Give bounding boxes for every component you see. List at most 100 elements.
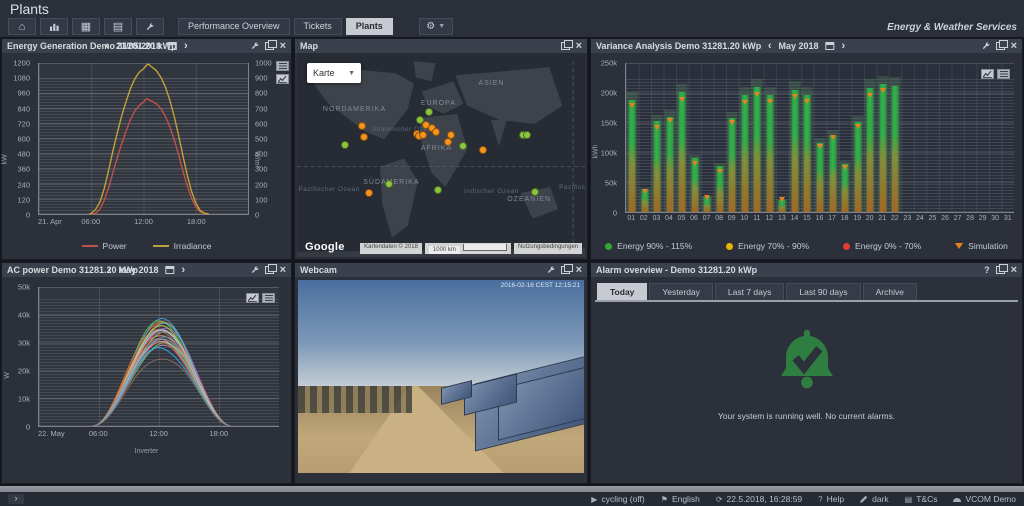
popup-icon[interactable] bbox=[995, 40, 1008, 50]
plant-marker[interactable] bbox=[365, 189, 374, 198]
energy-bar[interactable] bbox=[778, 63, 786, 212]
plant-marker[interactable] bbox=[431, 127, 440, 136]
energy-bar[interactable] bbox=[666, 63, 674, 212]
energy-bar[interactable] bbox=[841, 63, 849, 212]
table-view-icon[interactable] bbox=[262, 293, 275, 303]
plant-marker[interactable] bbox=[360, 132, 369, 141]
y-tick-label: 20k bbox=[17, 366, 30, 376]
table-view-icon[interactable] bbox=[997, 69, 1010, 79]
map-type-dropdown[interactable]: Karte ▼ bbox=[307, 63, 361, 83]
table-view-icon[interactable] bbox=[276, 61, 289, 71]
alarm-tab-last-7-days[interactable]: Last 7 days bbox=[714, 283, 785, 300]
prev-day-button[interactable]: ‹ bbox=[105, 41, 109, 52]
map-label: AFRIKA bbox=[420, 144, 453, 152]
plant-marker[interactable] bbox=[522, 130, 531, 139]
popup-icon[interactable] bbox=[264, 264, 277, 274]
popup-icon[interactable] bbox=[560, 40, 573, 50]
legend-triangle-swatch bbox=[955, 243, 964, 249]
close-icon[interactable]: × bbox=[280, 264, 286, 275]
energy-bar[interactable] bbox=[879, 63, 887, 212]
statusbar-user[interactable]: VCOM Demo bbox=[953, 494, 1016, 504]
energy-bar[interactable] bbox=[728, 63, 736, 212]
plant-marker[interactable] bbox=[458, 141, 467, 150]
line-chart-view-icon[interactable] bbox=[276, 74, 289, 84]
world-map[interactable]: NORDAMERIKAEUROPAASIENAFRIKASÜDAMERIKAOZ… bbox=[297, 53, 585, 257]
energy-bar[interactable] bbox=[653, 63, 661, 212]
energy-bar[interactable] bbox=[703, 63, 711, 212]
plant-marker[interactable] bbox=[385, 179, 394, 188]
expand-panel-button[interactable]: › bbox=[8, 494, 24, 504]
plant-marker[interactable] bbox=[443, 137, 452, 146]
variance-x-axis: 01 02 03 04 05 06 07 08 09 10 11 12 13 14 15 16 17 18 19 20… bbox=[625, 215, 1014, 225]
energy-bar[interactable] bbox=[766, 63, 774, 212]
energy-bar[interactable] bbox=[691, 63, 699, 212]
close-icon[interactable]: × bbox=[576, 264, 582, 275]
prev-month-button[interactable]: ‹ bbox=[768, 41, 772, 52]
inverter-series bbox=[93, 337, 230, 426]
calendar-icon[interactable] bbox=[165, 266, 175, 274]
wrench-icon[interactable] bbox=[982, 42, 990, 50]
tab-performance-overview[interactable]: Performance Overview bbox=[178, 18, 290, 35]
energy-bar[interactable] bbox=[753, 63, 761, 212]
x-tick-label: 23 bbox=[903, 215, 912, 222]
statusbar-document[interactable]: ▤ T&Cs bbox=[905, 494, 938, 504]
y-tick-label: 720 bbox=[17, 119, 30, 129]
alarm-tab-archive[interactable]: Archive bbox=[862, 283, 917, 300]
alarm-tab-yesterday[interactable]: Yesterday bbox=[649, 283, 713, 300]
next-month-button[interactable]: › bbox=[182, 265, 186, 276]
next-day-button[interactable]: › bbox=[184, 41, 188, 52]
calendar-button[interactable]: ▦ bbox=[72, 18, 100, 35]
line-chart-view-icon[interactable] bbox=[981, 69, 994, 79]
x-tick-label: 25 bbox=[928, 215, 937, 222]
energy-bar[interactable] bbox=[891, 63, 899, 212]
popup-icon[interactable] bbox=[560, 264, 573, 274]
wrench-icon[interactable] bbox=[251, 42, 259, 50]
plant-marker[interactable] bbox=[479, 145, 488, 154]
statusbar-play[interactable]: ▶ cycling (off) bbox=[591, 494, 644, 504]
alarm-tab-today[interactable]: Today bbox=[597, 283, 648, 300]
panel-variance-analysis: Variance Analysis Demo 31281.20 kWp ‹ Ma… bbox=[590, 38, 1023, 260]
close-icon[interactable]: × bbox=[576, 40, 582, 51]
plant-marker[interactable] bbox=[341, 140, 350, 149]
wrench-icon[interactable] bbox=[251, 266, 259, 274]
chart-button[interactable] bbox=[40, 18, 68, 35]
statusbar-flag[interactable]: ⚑ English bbox=[661, 494, 700, 504]
energy-bar[interactable] bbox=[791, 63, 799, 212]
plant-marker[interactable] bbox=[358, 122, 367, 131]
energy-bar[interactable] bbox=[866, 63, 874, 212]
home-button[interactable]: ⌂ bbox=[8, 18, 36, 35]
tab-plants[interactable]: Plants bbox=[345, 18, 393, 35]
statusbar-pencil[interactable]: dark bbox=[860, 494, 889, 504]
wrench-button[interactable] bbox=[136, 18, 164, 35]
tab-tickets[interactable]: Tickets bbox=[293, 18, 342, 35]
help-icon[interactable]: ? bbox=[984, 265, 990, 275]
popup-icon[interactable] bbox=[264, 40, 277, 50]
close-icon[interactable]: × bbox=[1011, 40, 1017, 51]
statusbar-question[interactable]: ? Help bbox=[818, 494, 844, 504]
plant-marker[interactable] bbox=[425, 108, 434, 117]
report-button[interactable]: ▤ bbox=[104, 18, 132, 35]
close-icon[interactable]: × bbox=[1011, 264, 1017, 275]
wrench-icon[interactable] bbox=[547, 266, 555, 274]
energy-bar[interactable] bbox=[816, 63, 824, 212]
energy-bar[interactable] bbox=[854, 63, 862, 212]
next-month-button[interactable]: › bbox=[842, 41, 846, 52]
plant-marker[interactable] bbox=[433, 186, 442, 195]
energy-bar[interactable] bbox=[678, 63, 686, 212]
settings-dropdown-button[interactable]: ⚙ ▼ bbox=[418, 18, 453, 35]
statusbar-refresh[interactable]: ⟳ 22.5.2018, 16:28:59 bbox=[716, 494, 802, 504]
plant-marker[interactable] bbox=[531, 188, 540, 197]
calendar-icon[interactable] bbox=[168, 42, 178, 50]
prev-month-button[interactable]: ‹ bbox=[108, 265, 112, 276]
calendar-icon[interactable] bbox=[825, 42, 835, 50]
energy-bar[interactable] bbox=[716, 63, 724, 212]
energy-bar[interactable] bbox=[628, 63, 636, 212]
plant-marker[interactable] bbox=[418, 130, 427, 139]
popup-icon[interactable] bbox=[995, 264, 1008, 274]
line-chart-view-icon[interactable] bbox=[246, 293, 259, 303]
energy-bar[interactable] bbox=[803, 63, 811, 212]
map-terms-link[interactable]: Nutzungsbedingungen bbox=[513, 243, 582, 254]
close-icon[interactable]: × bbox=[280, 40, 286, 51]
energy-bar[interactable] bbox=[741, 63, 749, 212]
alarm-tab-last-90-days[interactable]: Last 90 days bbox=[786, 283, 861, 300]
